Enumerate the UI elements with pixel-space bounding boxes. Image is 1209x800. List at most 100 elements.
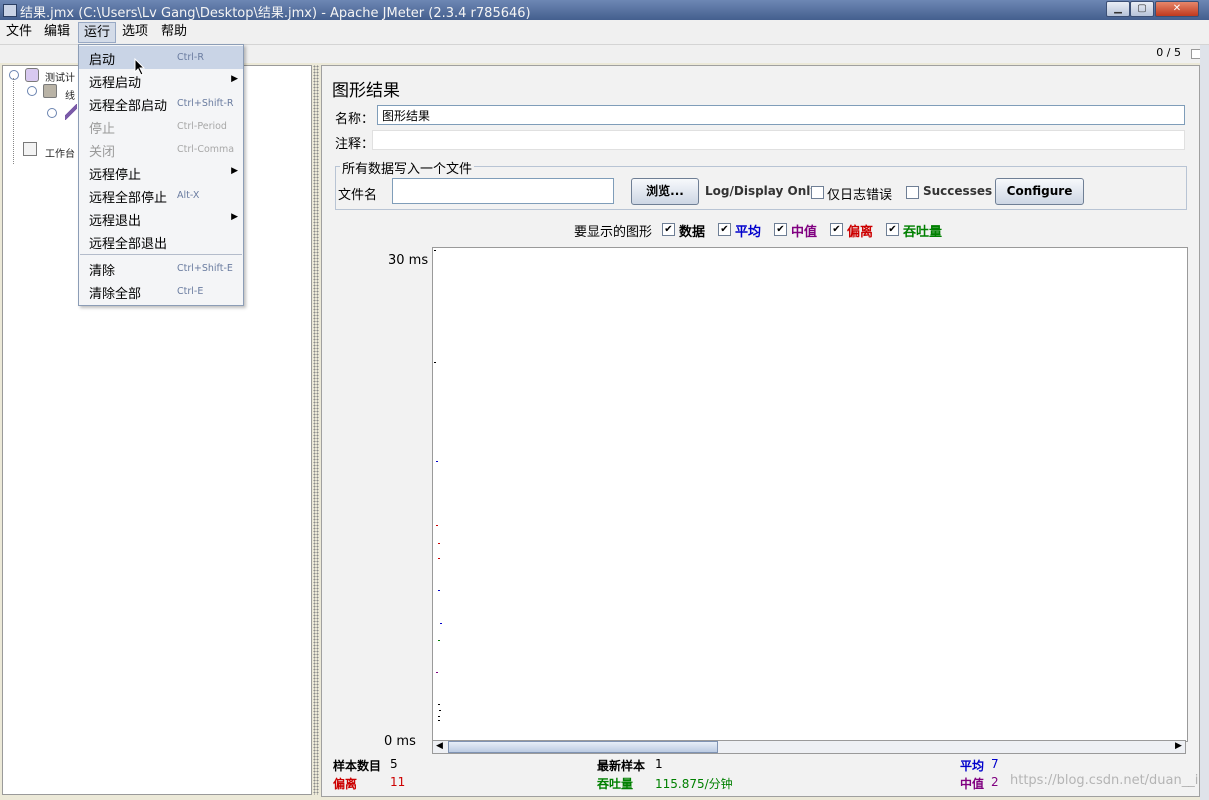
menu-item-label: 远程退出 [89,214,142,229]
average-point [436,461,438,462]
deviation-checkbox[interactable]: ✔ [830,223,843,236]
throughput-point [438,640,440,641]
browse-button[interactable]: 浏览... [631,178,699,205]
data-point [439,710,441,711]
sampler-pipette-icon [65,104,77,120]
tree-node-test-plan[interactable]: 测试计 [45,69,75,84]
menu-item-stop[interactable]: 停止 Ctrl-Period [79,115,243,138]
median-label: 中值 [791,225,818,240]
log-display-label: Log/Display Only: [705,184,823,198]
menu-item-shortcut: Ctrl+Shift-E [177,263,233,274]
menu-item-shortcut: Ctrl-Comma [177,144,235,155]
maximize-icon: ▢ [1137,3,1147,14]
submenu-arrow-icon: ▶ [231,212,238,222]
deviation-point [436,525,438,526]
scroll-right-arrow-icon[interactable]: ▶ [1175,741,1182,751]
scroll-left-arrow-icon[interactable]: ◀ [436,741,443,751]
menu-item-label: 启动 [89,53,116,68]
menu-options[interactable]: 选项 [117,22,153,41]
data-point [434,362,436,363]
data-point [434,250,436,251]
menu-item-remote-start[interactable]: 远程启动 ▶ [79,69,243,92]
flask-icon [25,68,39,82]
close-button[interactable]: ✕ [1155,1,1199,17]
menu-item-shutdown[interactable]: 关闭 Ctrl-Comma [79,138,243,161]
menu-item-remote-start-all[interactable]: 远程全部启动 Ctrl+Shift-R [79,92,243,115]
minimize-icon: ▁ [1114,3,1122,14]
latest-sample-label: 最新样本 [597,759,646,773]
menu-separator [80,254,242,255]
deviation-stat-label: 偏离 [333,777,358,791]
successes-checkbox[interactable] [906,186,919,199]
menu-item-label: 清除全部 [89,287,142,302]
menu-item-remote-exit[interactable]: 远程退出 ▶ [79,207,243,230]
average-label: 平均 [735,225,762,240]
menu-bar: 文件 编辑 运行 选项 帮助 [0,20,1209,45]
latest-sample-value: 1 [655,757,663,771]
average-point [440,623,442,624]
menu-item-label: 停止 [89,122,116,137]
tree-node-thread-group[interactable]: 线 [65,87,75,102]
submenu-arrow-icon: ▶ [231,74,238,84]
menu-item-clear-all[interactable]: 清除全部 Ctrl-E [79,280,243,303]
mouse-cursor-icon [134,58,146,76]
menu-item-start[interactable]: 启动 Ctrl-R [79,46,243,69]
menu-item-clear[interactable]: 清除 Ctrl+Shift-E [79,257,243,280]
errors-only-label: 仅日志错误 [827,188,893,203]
configure-button[interactable]: Configure [995,178,1084,205]
data-point [438,704,440,705]
window-edge-scrollbar [1200,45,1209,800]
average-checkbox[interactable]: ✔ [718,223,731,236]
submenu-arrow-icon: ▶ [231,166,238,176]
deviation-label: 偏离 [847,225,874,240]
window-title: 结果.jmx (C:\Users\Lv Gang\Desktop\结果.jmx)… [20,6,531,21]
file-output-group-title: 所有数据写入一个文件 [340,158,475,177]
median-point [436,672,438,673]
menu-item-shortcut: Alt-X [177,190,200,201]
throughput-stat-label: 吞吐量 [597,777,634,791]
average-stat-label: 平均 [960,759,985,773]
tree-node-workbench[interactable]: 工作台 [45,145,75,160]
deviation-point [438,543,440,544]
data-point [438,716,440,717]
throughput-checkbox[interactable]: ✔ [886,223,899,236]
menu-file[interactable]: 文件 [1,22,37,41]
deviation-point [438,558,440,559]
data-label: 数据 [679,225,706,240]
filename-input[interactable] [392,178,614,204]
median-checkbox[interactable]: ✔ [774,223,787,236]
menu-item-shortcut: Ctrl-Period [177,121,227,132]
menu-item-shortcut: Ctrl-R [177,52,204,63]
comment-field[interactable] [372,130,1185,150]
run-menu-dropdown: 启动 Ctrl-R 远程启动 ▶ 远程全部启动 Ctrl+Shift-R 停止 … [78,44,244,306]
menu-edit[interactable]: 编辑 [39,22,75,41]
minimize-button[interactable]: ▁ [1106,1,1130,17]
name-field[interactable]: 图形结果 [377,105,1185,125]
workbench-icon [23,142,37,156]
csdn-watermark: https://blog.csdn.net/duan__i18n [1010,773,1199,788]
y-axis-max-label: 30 ms [388,253,429,268]
comment-label: 注释： [335,137,375,152]
panel-splitter[interactable] [313,65,319,795]
menu-item-remote-stop-all[interactable]: 远程全部停止 Alt-X [79,184,243,207]
menu-run[interactable]: 运行 [78,22,117,43]
scrollbar-thumb[interactable] [448,741,718,753]
tree-expand-icon[interactable] [27,86,37,96]
sample-count-label: 样本数目 [333,759,382,773]
average-point [438,590,440,591]
maximize-button[interactable]: ▢ [1130,1,1154,17]
menu-item-label: 远程全部启动 [89,99,168,114]
graphs-to-display-label: 要显示的图形 [574,225,653,240]
close-icon: ✕ [1172,3,1182,14]
menu-item-remote-exit-all[interactable]: 远程全部退出 [79,230,243,253]
filename-label: 文件名 [338,188,378,203]
menu-item-shortcut: Ctrl-E [177,286,204,297]
menu-help[interactable]: 帮助 [156,22,192,41]
tree-expand-icon[interactable] [47,108,57,118]
spool-icon [43,84,57,98]
data-checkbox[interactable]: ✔ [662,223,675,236]
errors-only-checkbox[interactable] [811,186,824,199]
deviation-stat-value: 11 [390,775,406,789]
menu-item-remote-stop[interactable]: 远程停止 ▶ [79,161,243,184]
jmeter-app-icon [3,4,17,17]
